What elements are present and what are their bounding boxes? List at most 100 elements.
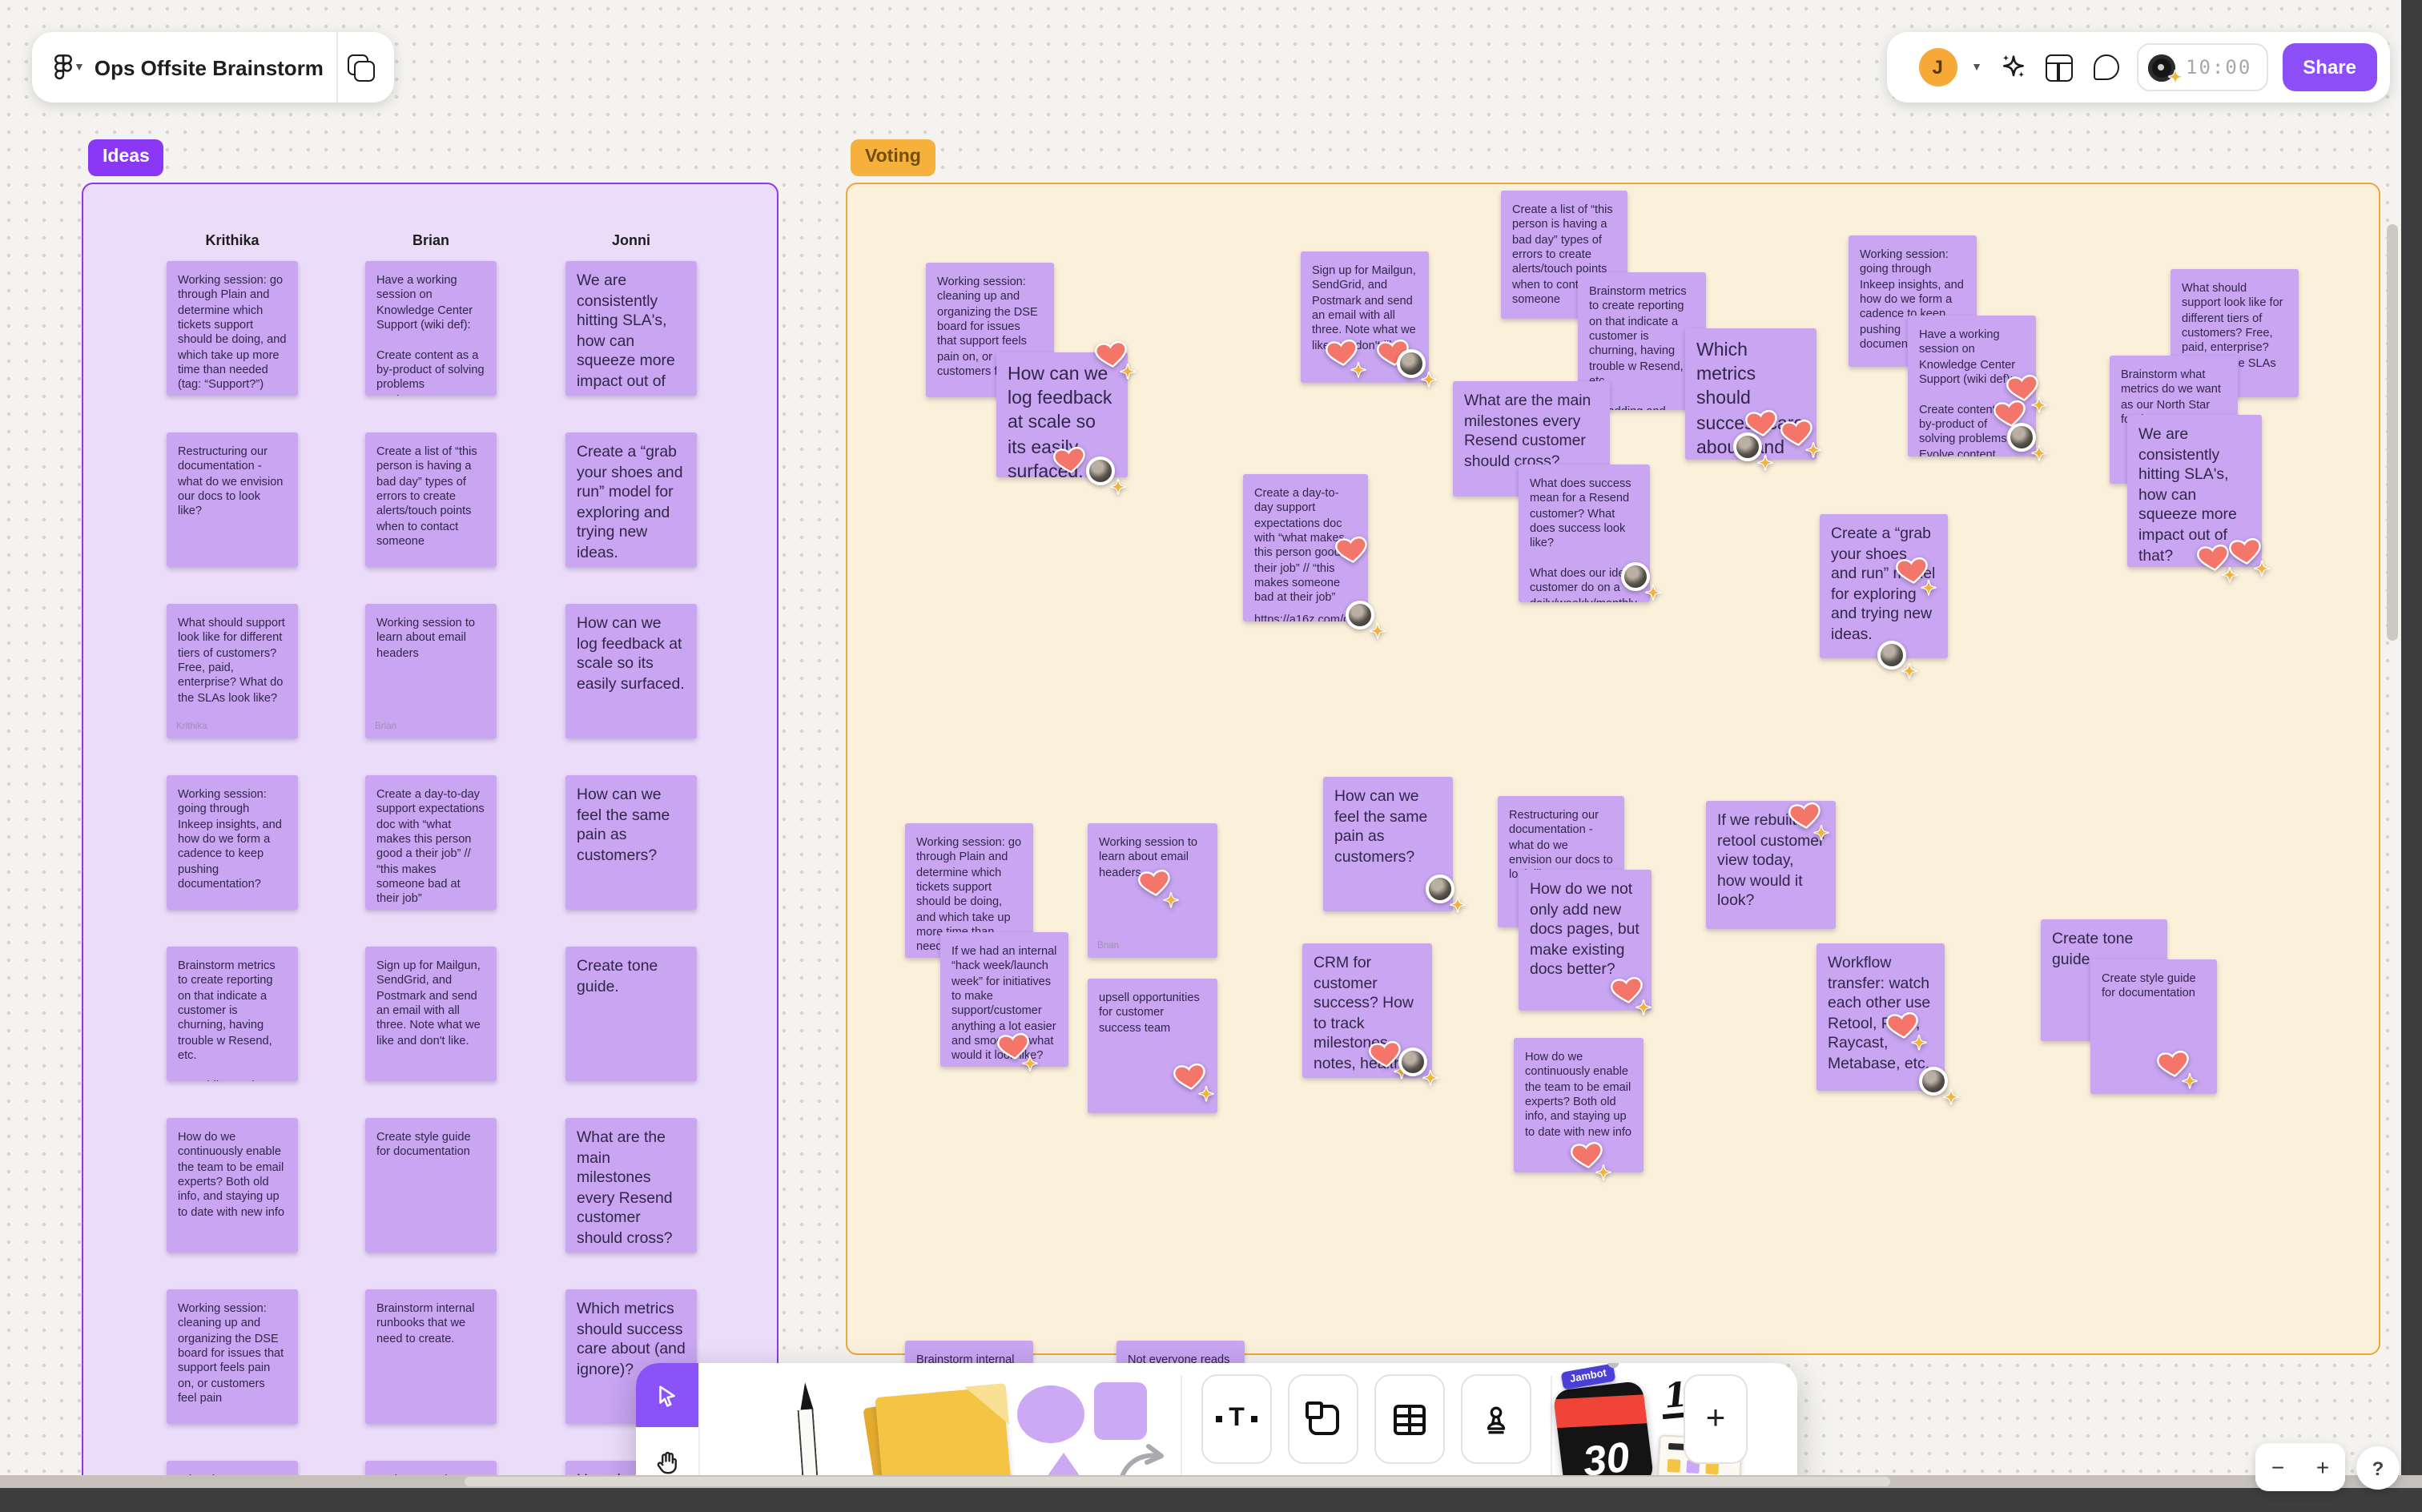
avatar-chevron-icon[interactable]: ▼	[1971, 62, 1982, 73]
column-label[interactable]: Jonni	[612, 232, 650, 248]
ideas-section-label[interactable]: Ideas	[88, 139, 164, 176]
sticky-note[interactable]: Sign up for Mailgun, SendGrid, and Postm…	[1301, 251, 1437, 388]
templates-icon[interactable]	[2043, 51, 2075, 83]
column-label[interactable]: Krithika	[205, 232, 259, 248]
sticky-note-text: Working session: cleaning up and organiz…	[178, 1301, 288, 1405]
sticky-note-text: Create a day-to-day support expectations…	[376, 786, 488, 906]
zoom-out-button[interactable]: −	[2255, 1443, 2300, 1491]
heart-sticker[interactable]	[1333, 535, 1371, 570]
sticky-note-text: Create tone guide.	[577, 958, 662, 996]
avatar-sticker[interactable]	[1916, 1065, 1959, 1105]
avatar-sticker[interactable]	[1730, 431, 1773, 471]
sticky-note[interactable]: Create a list of “this person is having …	[365, 432, 497, 567]
ellipse-shape-tool[interactable]	[1017, 1385, 1084, 1443]
sticky-note[interactable]: Create style guide for documentation	[2090, 959, 2217, 1094]
chevron-down-icon[interactable]: ▼	[74, 62, 85, 73]
avatar-sticker[interactable]	[1422, 873, 1466, 913]
avatar-sticker[interactable]	[1083, 455, 1126, 495]
avatar-sticker[interactable]	[2004, 421, 2047, 461]
zoom-in-button[interactable]: +	[2300, 1443, 2345, 1491]
sticky-note[interactable]: Create style guide for documentation	[365, 1118, 497, 1253]
sticky-note[interactable]: How do we not only add new docs pages, b…	[1519, 870, 1652, 1015]
sticky-note[interactable]: How can we feel the same pain as custome…	[565, 775, 697, 910]
heart-sparkle-sticker[interactable]	[1893, 556, 1937, 596]
sticky-note[interactable]: Create a “grab your shoes and run” model…	[1820, 514, 1948, 679]
select-tool-button[interactable]	[636, 1363, 698, 1427]
sticky-note[interactable]: Which metrics should success care about …	[1685, 328, 1821, 471]
sticky-note[interactable]: How do we continuously enable the team t…	[1514, 1038, 1644, 1180]
table-tool-button[interactable]	[1374, 1374, 1445, 1464]
timer-widget[interactable]: 10:00	[2136, 43, 2268, 91]
sticky-note[interactable]: Working session: go through Plain and de…	[167, 261, 298, 396]
sticky-note[interactable]: Create a day-to-day support expectations…	[365, 775, 497, 910]
sticky-note[interactable]: How do we continuously enable the team t…	[167, 1118, 298, 1253]
heart-sparkle-sticker[interactable]	[1786, 801, 1829, 841]
voting-section-label[interactable]: Voting	[851, 139, 935, 176]
file-title[interactable]: Ops Offsite Brainstorm	[95, 55, 324, 79]
heart-sparkle-sticker[interactable]	[995, 1031, 1038, 1072]
header-actions-card: J ▼ 10:00 Share	[1887, 32, 2390, 103]
sticky-note[interactable]: How can we feel the same pain as custome…	[1323, 777, 1466, 913]
sticky-note[interactable]: Have a working session on Knowledge Cent…	[1908, 316, 2047, 461]
avatar[interactable]: J	[1918, 48, 1957, 86]
sticky-note[interactable]: Create a day-to-day support expectations…	[1243, 474, 1386, 639]
sticky-note[interactable]: Brainstorm metrics to create reporting o…	[167, 947, 298, 1081]
sticky-note[interactable]: What should support look like for differ…	[167, 604, 298, 738]
help-button[interactable]: ?	[2356, 1446, 2400, 1490]
section-tool-button[interactable]	[1288, 1374, 1358, 1464]
heart-sparkle-sticker[interactable]	[1884, 1011, 1927, 1051]
sticky-note-text: Create style guide for documentation	[2102, 971, 2199, 1000]
sticky-note[interactable]: We are consistently hitting SLA's, how c…	[2127, 415, 2270, 583]
vertical-scrollbar[interactable]	[2387, 224, 2398, 641]
sticky-note[interactable]: upsell opportunities for customer succes…	[1088, 979, 1217, 1113]
sticky-note[interactable]: How can we log feedback at scale so its …	[565, 604, 697, 738]
heart-sparkle-sticker[interactable]	[1136, 868, 1179, 908]
sticky-note[interactable]: Working session to learn about email hea…	[365, 604, 497, 738]
stamp-tool-button[interactable]	[1461, 1374, 1531, 1464]
sticky-note[interactable]: If we had an internal “hack week/launch …	[940, 932, 1068, 1072]
sticky-note[interactable]: Workflow transfer: watch each other use …	[1816, 943, 1959, 1105]
avatar-sticker[interactable]	[1342, 599, 1386, 639]
sticky-note[interactable]: What are the main milestones every Resen…	[565, 1118, 697, 1253]
sticky-note[interactable]: Create a “grab your shoes and run” model…	[565, 432, 697, 567]
sticky-note[interactable]: How can we log feedback at scale so its …	[996, 340, 1136, 495]
window-edge-right	[2401, 0, 2422, 1512]
column-label[interactable]: Brian	[412, 232, 449, 248]
heart-sparkle-sticker[interactable]	[1171, 1062, 1214, 1102]
horizontal-scrollbar[interactable]	[465, 1477, 1890, 1486]
sticky-note[interactable]: We are consistently hitting SLA's, how c…	[565, 261, 697, 396]
sticky-note-text: We are consistently hitting SLA's, how c…	[577, 272, 675, 396]
share-button[interactable]: Share	[2282, 43, 2377, 91]
sticky-note-link[interactable]: https://a16z.com/good-product-manager-ba…	[1254, 613, 1357, 621]
avatar-sticker[interactable]	[1394, 348, 1437, 388]
heart-sparkle-sticker[interactable]	[1778, 418, 1821, 458]
heart-sparkle-sticker[interactable]	[1092, 340, 1136, 380]
add-more-tools-button[interactable]: +	[1684, 1374, 1748, 1464]
heart-sparkle-sticker[interactable]	[1323, 338, 1366, 378]
sticky-note[interactable]: Brainstorm internal runbooks that we nee…	[365, 1289, 497, 1424]
avatar-sticker[interactable]	[1395, 1046, 1438, 1086]
chat-icon[interactable]	[2090, 51, 2122, 83]
sticky-note[interactable]: Restructuring our documentation - what d…	[167, 432, 298, 567]
ai-sparkle-icon[interactable]	[1997, 51, 2029, 83]
sticky-note[interactable]: Working session: going through Inkeep in…	[167, 775, 298, 910]
heart-sparkle-sticker[interactable]	[2154, 1049, 2198, 1089]
text-tool-button[interactable]: T	[1201, 1374, 1272, 1464]
avatar-sticker[interactable]	[1618, 561, 1661, 601]
sticky-note-text: upsell opportunities for customer succes…	[1099, 990, 1203, 1035]
sticky-note[interactable]: Have a working session on Knowledge Cent…	[365, 261, 497, 396]
sticky-note[interactable]: CRM for customer success? How to track m…	[1302, 943, 1438, 1086]
sticky-note[interactable]: Working session to learn about email hea…	[1088, 823, 1217, 958]
sticky-note[interactable]: What does success mean for a Resend cust…	[1519, 464, 1661, 602]
heart-sparkle-sticker[interactable]	[1608, 975, 1652, 1015]
sticky-note[interactable]: Create tone guide.	[565, 947, 697, 1081]
sticky-note[interactable]: If we rebuilt retool customer view today…	[1706, 801, 1836, 929]
sticky-note[interactable]: Working session: cleaning up and organiz…	[167, 1289, 298, 1424]
heart-sparkle-sticker[interactable]	[2227, 537, 2270, 577]
figma-logo-icon[interactable]	[53, 51, 74, 83]
boards-icon[interactable]	[348, 54, 375, 81]
sticky-note[interactable]: Sign up for Mailgun, SendGrid, and Postm…	[365, 947, 497, 1081]
heart-sparkle-sticker[interactable]	[1568, 1140, 1611, 1180]
avatar-sticker[interactable]	[1874, 639, 1917, 679]
square-shape-tool[interactable]	[1094, 1382, 1147, 1440]
